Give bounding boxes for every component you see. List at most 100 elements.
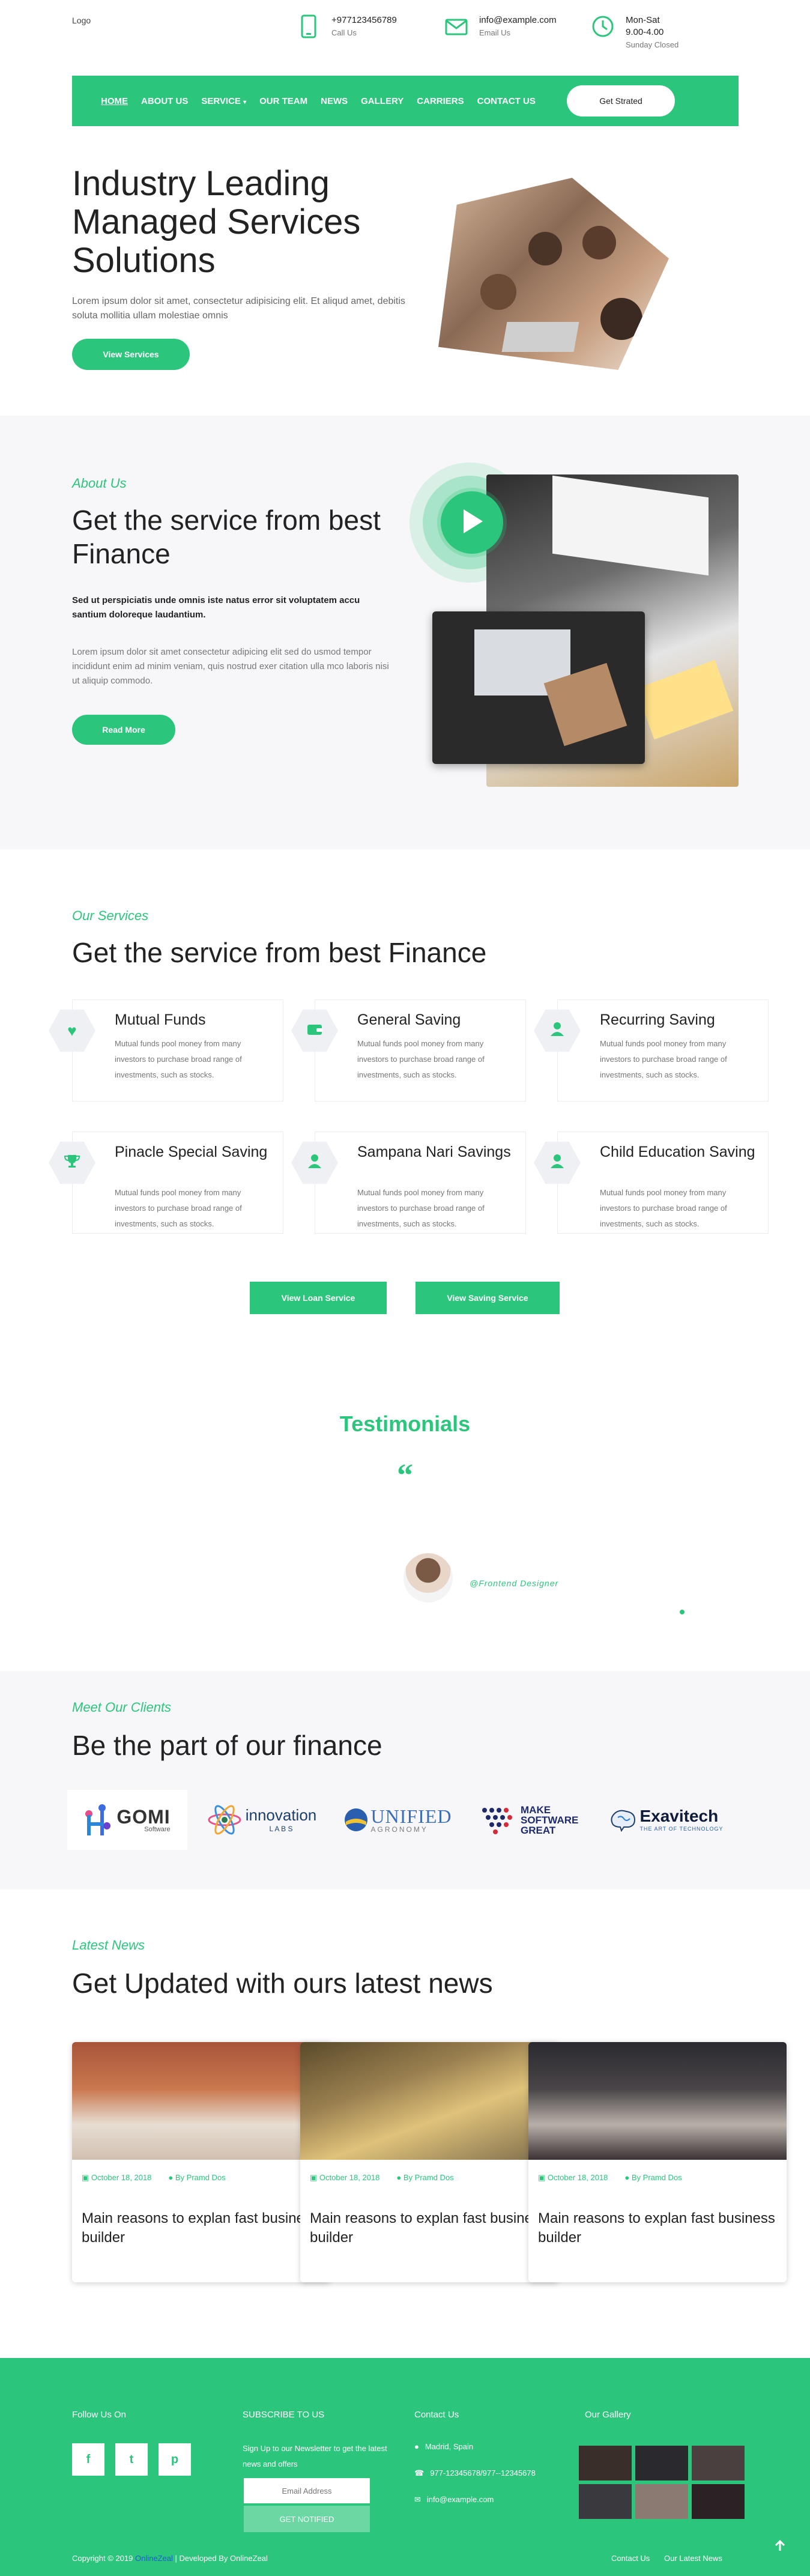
news-card[interactable]: ▣ October 18, 2018 ● By Pramd Dos Main r… [72, 2042, 330, 2282]
gomi-mark-icon [85, 1804, 111, 1835]
news-date-text: October 18, 2018 [319, 2173, 380, 2182]
phone-label: Call Us [331, 28, 357, 37]
hours-note: Sunday Closed [626, 40, 679, 49]
news-author: ● By Pramd Dos [396, 2173, 453, 2183]
copyright-link[interactable]: OnlineZeal [135, 2554, 173, 2563]
service-card[interactable]: Sampana Nari Savings Mutual funds pool m… [291, 1132, 526, 1234]
calendar-icon: ▣ [538, 2173, 546, 2182]
footer-link-news[interactable]: Our Latest News [664, 2554, 722, 2563]
phone-icon [297, 14, 321, 38]
about-title: Get the service from best Finance [72, 505, 381, 569]
phone-contact[interactable]: +977123456789 Call Us [297, 14, 397, 40]
nav-carriers[interactable]: CARRIERS [417, 96, 464, 106]
get-notified-button[interactable]: GET NOTIFIED [244, 2506, 370, 2532]
phone-icon: ☎ [414, 2468, 425, 2478]
hero-team-image [438, 178, 669, 370]
facebook-icon[interactable]: f [72, 2443, 104, 2476]
view-services-button[interactable]: View Services [72, 339, 190, 370]
news-date: ▣ October 18, 2018 [310, 2173, 379, 2183]
news-card[interactable]: ▣ October 18, 2018 ● By Pramd Dos Main r… [300, 2042, 558, 2282]
nav-home[interactable]: HOME [101, 96, 128, 106]
service-title: Mutual Funds [115, 1011, 206, 1028]
service-card[interactable]: General Saving Mutual funds pool money f… [291, 999, 526, 1102]
gallery-thumb[interactable] [692, 2484, 745, 2519]
service-desc: Mutual funds pool money from many invest… [357, 1188, 485, 1228]
nav-contact[interactable]: CONTACT US [477, 96, 536, 106]
news-date: ▣ October 18, 2018 [82, 2173, 151, 2183]
gallery-thumb[interactable] [692, 2446, 745, 2481]
user-icon [308, 1154, 321, 1172]
view-saving-service-button[interactable]: View Saving Service [416, 1282, 560, 1314]
client-sub: THE ART OF TECHNOLOGY [639, 1826, 724, 1832]
news-headline[interactable]: Main reasons to explan fast business bui… [528, 2183, 787, 2247]
get-started-button[interactable]: Get Strated [567, 85, 675, 117]
service-title: Recurring Saving [600, 1011, 715, 1028]
nav-about[interactable]: ABOUT US [141, 96, 188, 106]
gallery-thumb[interactable] [579, 2446, 632, 2481]
news-image [528, 2042, 787, 2160]
phone-number[interactable]: +977123456789 [331, 14, 397, 26]
client-logo-exavitech[interactable]: Exavitech THE ART OF TECHNOLOGY [603, 1790, 729, 1850]
client-logo-innovation[interactable]: innovation L A B S [202, 1790, 322, 1850]
nav-gallery[interactable]: GALLERY [361, 96, 403, 106]
clients-title: Be the part of our finance [72, 1730, 382, 1761]
client-logo-gomi[interactable]: GOMI Software [67, 1790, 187, 1850]
nav-news[interactable]: NEWS [321, 96, 348, 106]
footer-address-text: Madrid, Spain [425, 2442, 474, 2451]
hours-contact: Mon-Sat 9.00-4.00 Sunday Closed [591, 14, 679, 52]
wallet-icon [307, 1022, 322, 1040]
gallery-thumb[interactable] [635, 2484, 688, 2519]
news-card[interactable]: ▣ October 18, 2018 ● By Pramd Dos Main r… [528, 2042, 787, 2282]
gallery-thumb[interactable] [635, 2446, 688, 2481]
twitter-icon[interactable]: t [115, 2443, 148, 2476]
client-logo-make-software-great[interactable]: MAKE SOFTWARE GREAT [468, 1790, 588, 1850]
calendar-icon: ▣ [310, 2173, 318, 2182]
newsletter-email-input[interactable] [244, 2478, 370, 2503]
gallery-thumb[interactable] [579, 2484, 632, 2519]
news-headline[interactable]: Main reasons to explan fast business bui… [72, 2183, 330, 2247]
client-name: UNIFIED [370, 1805, 452, 1827]
main-nav: HOME ABOUT US SERVICE ▾ OUR TEAM NEWS GA… [72, 76, 739, 126]
chevron-down-icon: ▾ [243, 98, 247, 106]
carousel-dot[interactable] [680, 1610, 685, 1614]
service-desc: Mutual funds pool money from many invest… [357, 1039, 485, 1079]
service-card[interactable]: ♥ Mutual Funds Mutual funds pool money f… [49, 999, 283, 1102]
footer-follow-title: Follow Us On [72, 2410, 127, 2420]
service-desc: Mutual funds pool money from many invest… [600, 1039, 727, 1079]
hero-title: Industry Leading Managed Services Soluti… [72, 164, 361, 280]
play-video-button[interactable] [441, 491, 503, 554]
mail-icon: ✉ [414, 2495, 421, 2504]
nav-team[interactable]: OUR TEAM [259, 96, 307, 106]
footer-phone: ☎ 977-12345678/977--12345678 [414, 2468, 536, 2478]
service-card[interactable]: Pinacle Special Saving Mutual funds pool… [49, 1132, 283, 1234]
client-logo-unified[interactable]: UNIFIED AGRONOMY [336, 1790, 459, 1850]
brain-icon [611, 1810, 636, 1832]
globe-icon [344, 1808, 367, 1831]
logo[interactable]: Logo [72, 16, 91, 25]
footer-gallery [579, 2446, 745, 2519]
scroll-top-button[interactable] [771, 2538, 789, 2556]
footer-link-contact[interactable]: Contact Us [611, 2554, 650, 2563]
service-card[interactable]: Recurring Saving Mutual funds pool money… [534, 999, 769, 1102]
news-author-text: By Pramd Dos [631, 2173, 682, 2182]
user-icon: ● [168, 2173, 174, 2182]
footer-subscribe-text: Sign Up to our Newsletter to get the lat… [243, 2444, 387, 2468]
read-more-button[interactable]: Read More [72, 715, 175, 745]
service-card[interactable]: Child Education Saving Mutual funds pool… [534, 1132, 769, 1234]
quote-icon: “ [397, 1457, 413, 1493]
news-date-text: October 18, 2018 [547, 2173, 608, 2182]
email-label: Email Us [479, 28, 511, 37]
news-title: Get Updated with ours latest news [72, 1968, 493, 1999]
nav-service[interactable]: SERVICE ▾ [201, 96, 246, 106]
copyright-suffix: | Developed By OnlineZeal [175, 2554, 268, 2563]
client-name: Exavitech [639, 1807, 719, 1825]
email-contact[interactable]: info@example.com Email Us [444, 14, 557, 40]
view-loan-service-button[interactable]: View Loan Service [250, 1282, 387, 1314]
footer-subscribe-title: SUBSCRIBE TO US [243, 2410, 325, 2420]
news-author-text: By Pramd Dos [175, 2173, 226, 2182]
news-author: ● By Pramd Dos [624, 2173, 682, 2183]
email-address[interactable]: info@example.com [479, 14, 557, 26]
news-headline[interactable]: Main reasons to explan fast business bui… [300, 2183, 558, 2247]
footer-email[interactable]: ✉ info@example.com [414, 2495, 494, 2505]
pinterest-icon[interactable]: p [159, 2443, 191, 2476]
